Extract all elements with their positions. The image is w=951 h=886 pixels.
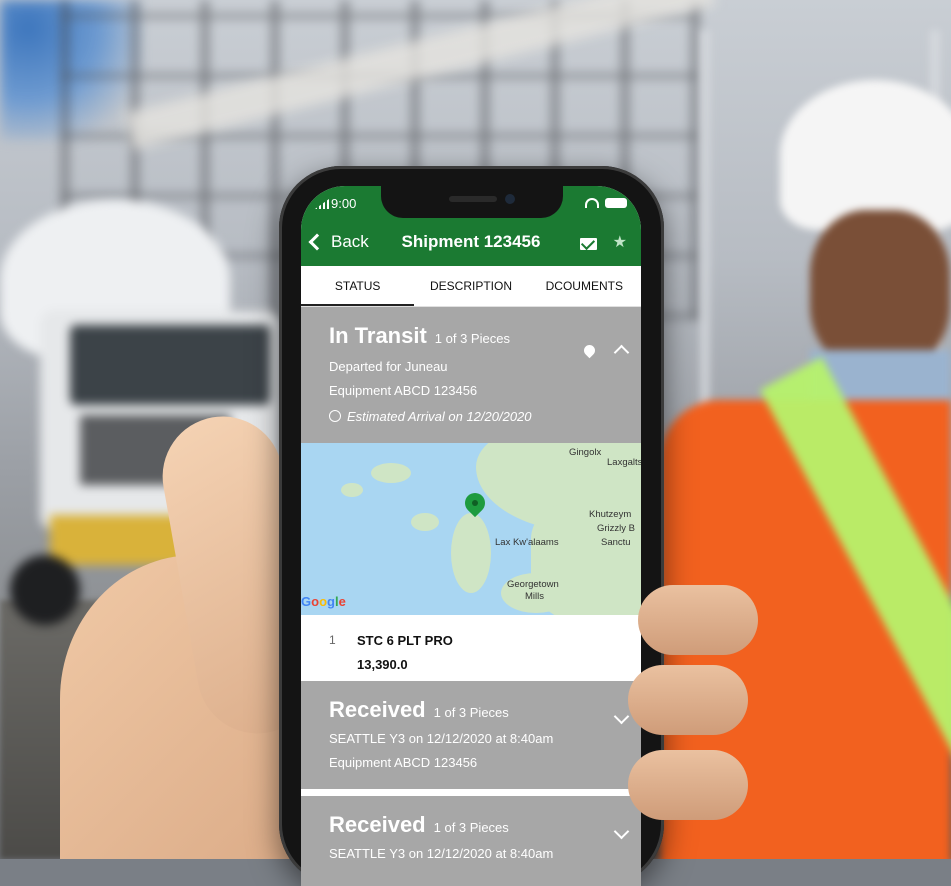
map-label: Grizzly B (597, 523, 635, 534)
finger (628, 665, 748, 735)
battery-icon (605, 198, 627, 208)
tab-description[interactable]: DESCRIPTION (414, 266, 527, 306)
chevron-down-icon[interactable] (613, 823, 630, 840)
truck-window (70, 325, 270, 405)
pieces-count: 1 of 3 Pieces (434, 331, 510, 346)
tab-status[interactable]: STATUS (301, 266, 415, 306)
worker-head (810, 210, 950, 370)
map-label: Laxgalts (607, 457, 641, 468)
item-index: 1 (329, 633, 336, 647)
shipment-card-received[interactable]: Received 1 of 3 Pieces SEATTLE Y3 on 12/1… (301, 681, 641, 789)
mail-icon[interactable] (580, 238, 597, 250)
item-name: STC 6 PLT PRO (357, 633, 453, 648)
map-label: Khutzeym (589, 509, 632, 520)
equipment-label: Equipment ABCD 123456 (329, 755, 478, 770)
tab-bar: STATUS DESCRIPTION DCOUMENTS (301, 266, 641, 307)
status-bar-time: 9:00 (315, 196, 356, 211)
time-text: 9:00 (331, 196, 357, 211)
status-detail: SEATTLE Y3 on 12/12/2020 at 8:40am (329, 731, 554, 746)
pieces-count: 1 of 3 Pieces (433, 705, 509, 720)
chevron-down-icon[interactable] (613, 708, 630, 725)
status-label: Received (329, 697, 426, 722)
map-land (411, 513, 439, 531)
map-label: Gingolx (569, 447, 602, 458)
map-label: Mills (525, 591, 544, 602)
card-title: Received 1 of 3 Pieces (329, 812, 509, 838)
star-icon[interactable]: ★ (613, 232, 627, 252)
map-land (451, 513, 491, 593)
pieces-count: 1 of 3 Pieces (433, 820, 509, 835)
chevron-left-icon (308, 233, 326, 251)
line-item[interactable]: 1 STC 6 PLT PRO 13,390.0 (301, 615, 641, 681)
equipment-label: Equipment ABCD 123456 (329, 383, 478, 398)
shipment-card-in-transit[interactable]: In Transit 1 of 3 Pieces Departed for Jun… (301, 307, 641, 443)
google-logo: Google (301, 594, 346, 609)
back-label: Back (331, 232, 369, 251)
eta-line: Estimated Arrival on 12/20/2020 (329, 409, 532, 424)
phone-screen: 9:00 Back Shipment 123456 ★ STATUS DESCR… (301, 186, 641, 886)
location-pin-icon[interactable] (581, 342, 598, 359)
shipment-card-received[interactable]: Received 1 of 3 Pieces SEATTLE Y3 on 12/1… (301, 796, 641, 886)
map-land (341, 483, 363, 497)
map-label: Georgetown (507, 579, 559, 590)
signal-icon (315, 199, 329, 209)
finger (628, 750, 748, 820)
clock-icon (329, 410, 341, 422)
speaker (449, 196, 497, 202)
wifi-icon (585, 198, 599, 208)
finger (638, 585, 758, 655)
eta-text: Estimated Arrival on 12/20/2020 (347, 409, 532, 424)
status-detail: Departed for Juneau (329, 359, 448, 374)
card-title: Received 1 of 3 Pieces (329, 697, 509, 723)
status-bar-right (585, 198, 627, 208)
status-label: In Transit (329, 323, 427, 348)
smartphone: 9:00 Back Shipment 123456 ★ STATUS DESCR… (279, 166, 664, 886)
status-label: Received (329, 812, 426, 837)
phone-notch (381, 186, 563, 218)
tab-documents[interactable]: DCOUMENTS (528, 266, 641, 306)
map-label: Sanctu (601, 537, 631, 548)
card-title: In Transit 1 of 3 Pieces (329, 323, 510, 349)
fingers (628, 585, 758, 835)
front-camera (505, 194, 515, 204)
back-button[interactable]: Back (308, 232, 369, 252)
map-land (371, 463, 411, 483)
chevron-up-icon[interactable] (613, 344, 630, 361)
map-view[interactable]: Gingolx Laxgalts Khutzeym Grizzly B Sanc… (301, 443, 641, 615)
map-label: Lax Kw'alaams (495, 537, 559, 548)
hard-hat (780, 80, 951, 230)
item-value: 13,390.0 (357, 657, 408, 672)
